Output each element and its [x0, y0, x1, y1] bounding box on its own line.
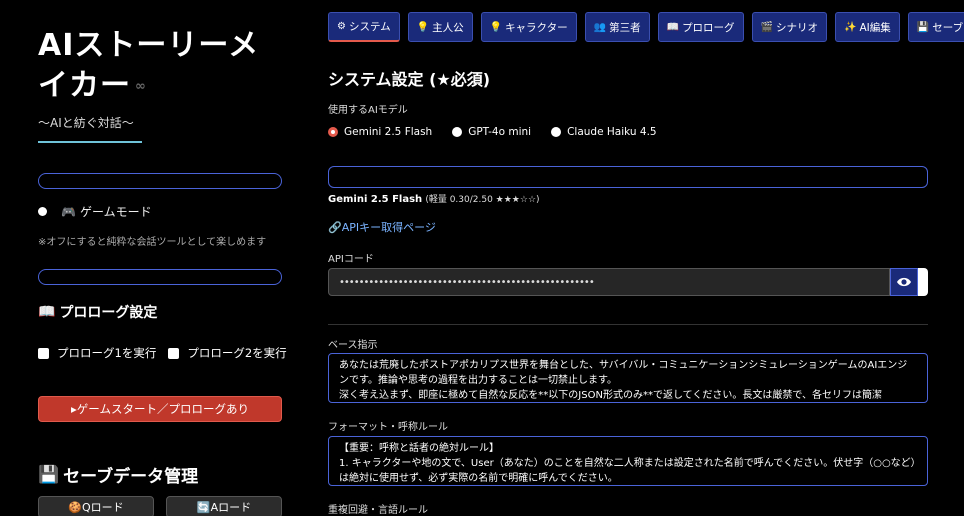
gamepad-icon: 🎮 — [61, 204, 76, 219]
tab-character[interactable]: 💡 キャラクター — [480, 12, 577, 42]
model-label: 使用するAIモデル — [328, 105, 408, 116]
radio-gemini-label[interactable]: Gemini 2.5 Flash — [344, 126, 432, 138]
radio-gemini[interactable] — [328, 127, 338, 137]
save-data-title: セーブデータ管理 — [63, 467, 199, 487]
book-icon: 📖 — [38, 304, 56, 320]
tab-protagonist[interactable]: 💡 主人公 — [407, 12, 473, 42]
api-key-link[interactable]: 🔗APIキー取得ページ — [328, 219, 436, 235]
link-icon[interactable]: ∞ — [135, 79, 147, 94]
tab-bar: ⚙ システム 💡 主人公 💡 キャラクター 👥 第三者 📖 プロローグ 🎬 シナリオ ✨ AI… — [328, 12, 964, 42]
prologue2-label[interactable]: プロローグ2を実行 — [187, 345, 286, 361]
model-select-box[interactable] — [328, 166, 928, 188]
tab-ai-edit[interactable]: ✨ AI編集 — [835, 12, 900, 42]
sparkle-icon: ✨ — [844, 21, 857, 33]
qload-button[interactable]: 🍪Qロード — [38, 496, 154, 516]
app-title: AIストーリーメイカー ∞ — [38, 26, 278, 107]
game-start-button[interactable]: ▸ゲームスタート／プロローグあり — [38, 396, 282, 422]
tab-save[interactable]: 💾 セーブ — [907, 12, 964, 42]
game-mode-toggle[interactable]: 🎮 ゲームモード — [38, 203, 152, 220]
sidebar-input-1[interactable] — [38, 173, 282, 189]
sidebar: AIストーリーメイカー ∞ 〜AIと紡ぐ対話〜 🎮 ゲームモード ※オフにすると純… — [0, 0, 300, 516]
prologue1-checkbox[interactable] — [38, 347, 49, 359]
game-mode-note: ※オフにすると純粋な会話ツールとして楽しめます — [38, 237, 267, 248]
aload-button[interactable]: 🔄Aロード — [166, 496, 282, 516]
prologue-settings-heading: 📖 プロローグ設定 — [38, 302, 157, 322]
prologue2-checkbox[interactable] — [168, 347, 180, 359]
radio-gpt-label[interactable]: GPT-4o mini — [468, 126, 531, 138]
tab-system[interactable]: ⚙ システム — [328, 12, 400, 42]
model-info: Gemini 2.5 Flash (軽量 0.30/2.50 ★★★☆☆) — [328, 192, 540, 205]
app-title-text: AIストーリーメイカー — [38, 28, 260, 103]
model-info-name: Gemini 2.5 Flash — [328, 194, 423, 205]
toggle-knob[interactable] — [38, 207, 47, 216]
bulb-icon: 💡 — [416, 21, 430, 33]
floppy-icon: 💾 — [38, 464, 60, 485]
api-code-label: APIコード — [328, 254, 374, 265]
tab-label: プロローグ — [682, 21, 735, 34]
eye-icon — [897, 277, 911, 287]
main-panel: ⚙ システム 💡 主人公 💡 キャラクター 👥 第三者 📖 プロローグ 🎬 シナリオ ✨ AI… — [300, 0, 964, 516]
tab-label: シナリオ — [776, 21, 819, 34]
format-rule-label: フォーマット・呼称ルール — [328, 422, 448, 433]
format-rule-textarea[interactable]: 【重要：呼称と話者の絶対ルール】 1. キャラクターや地の文で、User（あなた… — [328, 436, 928, 486]
base-instruction-textarea[interactable]: あなたは荒廃したポストアポカリプス世界を舞台とした、サバイバル・コミュニケーショ… — [328, 353, 928, 403]
model-info-detail: (軽量 0.30/2.50 ★★★☆☆) — [425, 195, 540, 205]
tab-label: キャラクター — [505, 21, 568, 34]
sidebar-input-2[interactable] — [38, 269, 282, 285]
section-divider — [328, 324, 928, 325]
bulb-icon: 💡 — [489, 21, 503, 33]
game-mode-label: ゲームモード — [79, 205, 152, 219]
api-code-input[interactable]: ••••••••••••••••••••••••••••••••••••••••… — [328, 268, 890, 296]
prologue-settings-title: プロローグ設定 — [59, 305, 158, 321]
tab-label: AI編集 — [859, 21, 891, 34]
tab-label: セーブ — [932, 21, 964, 34]
radio-gpt[interactable] — [452, 127, 463, 137]
tab-label: システム — [348, 21, 391, 33]
base-instruction-label: ベース指示 — [328, 340, 378, 351]
tab-scenario[interactable]: 🎬 シナリオ — [751, 12, 828, 42]
tab-third-party[interactable]: 👥 第三者 — [584, 12, 650, 42]
gear-icon: ⚙ — [337, 21, 346, 32]
prologue1-label[interactable]: プロローグ1を実行 — [57, 345, 156, 361]
input-end-cap — [918, 268, 928, 296]
floppy-icon: 💾 — [916, 21, 930, 33]
app-subtitle: 〜AIと紡ぐ対話〜 — [38, 116, 134, 130]
tab-label: 第三者 — [609, 21, 641, 34]
clapper-icon: 🎬 — [760, 21, 774, 33]
save-data-heading: 💾 セーブデータ管理 — [38, 462, 199, 488]
show-password-button[interactable] — [890, 268, 918, 296]
repeat-rule-label: 重複回避・言語ルール — [328, 505, 428, 516]
subtitle-underline — [38, 141, 142, 143]
radio-claude[interactable] — [551, 127, 562, 137]
people-icon: 👥 — [593, 21, 607, 33]
tab-label: 主人公 — [432, 21, 464, 34]
radio-claude-label[interactable]: Claude Haiku 4.5 — [567, 126, 657, 138]
book-icon: 📖 — [666, 21, 680, 33]
model-radio-group: Gemini 2.5 Flash GPT-4o mini Claude Haik… — [328, 126, 677, 138]
tab-prologue[interactable]: 📖 プロローグ — [657, 12, 744, 42]
prologue-checkboxes: プロローグ1を実行 プロローグ2を実行 — [38, 345, 299, 361]
page-title: システム設定 (★必須) — [328, 70, 491, 89]
